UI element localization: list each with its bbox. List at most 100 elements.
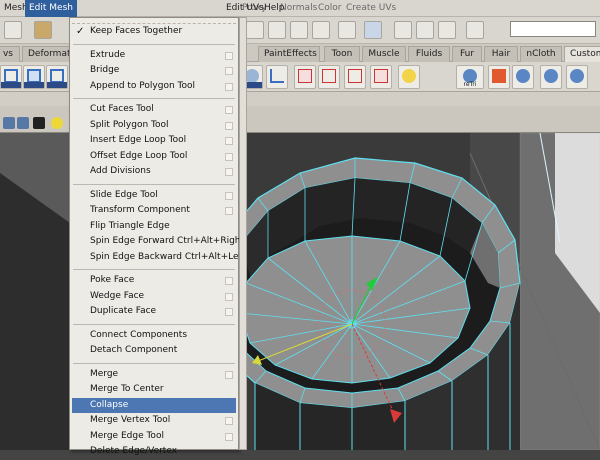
menu-item-bridge[interactable]: Bridge (70, 63, 238, 79)
menu-item-label: Bridge (90, 65, 120, 75)
option-box-icon[interactable] (225, 370, 233, 379)
wireframe-shaded-icon[interactable] (3, 117, 15, 129)
menu-item-delete-edge-vertex[interactable]: Delete Edge/Vertex (70, 444, 238, 460)
split-polygon-icon[interactable] (266, 65, 288, 89)
shelf-tab-fur[interactable]: Fur (452, 46, 482, 62)
poly-cube-icon[interactable] (23, 65, 45, 89)
menu-item-label: Delete Edge/Vertex (90, 446, 178, 456)
light-icon[interactable] (398, 65, 420, 89)
ipr-render-icon[interactable] (416, 21, 434, 39)
menu-item-transform-component[interactable]: Transform Component (70, 203, 238, 219)
shelf-tab-painteffects[interactable]: PaintEffects (258, 46, 320, 62)
menubar: Mesh Edit Mesh Proxy Normals Color Creat… (0, 0, 600, 17)
menu-item-merge-vertex-tool[interactable]: Merge Vertex Tool (70, 413, 238, 429)
option-box-icon[interactable] (225, 277, 233, 285)
option-box-icon[interactable] (225, 152, 233, 161)
option-box-icon[interactable] (225, 137, 233, 145)
lasso-tool-icon[interactable] (34, 21, 52, 39)
insert-edge-loop-icon[interactable] (294, 65, 316, 89)
retri-icon[interactable]: reTri (456, 65, 484, 89)
menu-item-extrude[interactable]: Extrude (70, 48, 238, 64)
menu-item-wedge-face[interactable]: Wedge Face (70, 289, 238, 305)
history-icon[interactable] (364, 21, 382, 39)
option-box-icon[interactable] (225, 51, 233, 60)
option-box-icon[interactable] (225, 67, 233, 75)
sphere-tool-icon[interactable] (540, 65, 562, 89)
shelf-tab-hair[interactable]: Hair (484, 46, 518, 62)
option-box-icon[interactable] (225, 292, 233, 301)
menu-separator (70, 40, 238, 48)
add-divisions-icon[interactable] (370, 65, 392, 89)
menu-separator (70, 180, 238, 188)
cut-faces-icon[interactable] (344, 65, 366, 89)
make-live-icon[interactable] (338, 21, 356, 39)
option-box-icon[interactable] (225, 308, 233, 316)
sphere-tool-2-icon[interactable] (566, 65, 588, 89)
menu-help[interactable]: Help (260, 0, 289, 17)
option-box-icon[interactable] (225, 207, 233, 215)
shelf-tab-muscle[interactable]: Muscle (362, 46, 406, 62)
option-box-icon[interactable] (225, 82, 233, 91)
menu-item-insert-edge-loop-tool[interactable]: Insert Edge Loop Tool (70, 133, 238, 149)
option-box-icon[interactable] (225, 432, 233, 441)
option-box-icon[interactable] (225, 417, 233, 425)
menu-item-collapse[interactable]: Collapse (72, 397, 236, 413)
menu-item-label: Flip Triangle Edge (90, 220, 170, 231)
lighting-icon[interactable] (51, 117, 63, 129)
menu-color[interactable]: Color (314, 0, 346, 17)
render-settings-icon[interactable] (438, 21, 456, 39)
menu-item-label: Slide Edge Tool (90, 189, 158, 200)
menu-create-uvs[interactable]: Create UVs (342, 0, 400, 17)
shelf-tab-fluids[interactable]: Fluids (408, 46, 450, 62)
menu-item-poke-face[interactable]: Poke Face (70, 273, 238, 289)
snap-plane-icon[interactable] (312, 21, 330, 39)
menu-item-cut-faces-tool[interactable]: Cut Faces Tool (70, 102, 238, 118)
menu-item-merge[interactable]: Merge (70, 367, 238, 383)
snap-point-icon[interactable] (290, 21, 308, 39)
menu-item-label: Cut Faces Tool (90, 104, 154, 114)
shelf-tab-deformation[interactable]: Deformation (22, 46, 84, 62)
menu-item-merge-to-center[interactable]: Merge To Center (70, 382, 238, 398)
menu-item-label: Duplicate Face (90, 306, 157, 316)
menu-item-spin-edge-backward[interactable]: Spin Edge Backward Ctrl+Alt+Left (70, 250, 245, 266)
edit-mesh-dropdown: ✓ Keep Faces Together Extrude Bridge Append … (69, 17, 245, 456)
option-box-icon[interactable] (225, 106, 233, 114)
transform-arrow-icon[interactable] (488, 65, 510, 89)
menu-item-spin-edge-forward[interactable]: Spin Edge Forward Ctrl+Alt+Right (70, 234, 244, 250)
smooth-shaded-icon[interactable] (17, 117, 29, 129)
menu-item-offset-edge-loop-tool[interactable]: Offset Edge Loop Tool (70, 149, 238, 165)
option-box-icon[interactable] (225, 191, 233, 200)
sphere-blue-icon[interactable] (512, 65, 534, 89)
menu-item-detach-component[interactable]: Detach Component (70, 343, 238, 359)
textured-icon[interactable] (33, 117, 45, 129)
dropdown-scrollbar[interactable] (239, 17, 247, 450)
shelf-tab-custom[interactable]: Custom (564, 46, 600, 62)
input-line-field[interactable] (510, 21, 596, 37)
input-line-icon[interactable] (466, 21, 484, 39)
menu-item-label: Merge (90, 368, 119, 379)
menu-edit-mesh[interactable]: Edit Mesh (25, 0, 77, 17)
menu-item-merge-edge-tool[interactable]: Merge Edge Tool (70, 429, 238, 445)
shelf-tab-ncloth[interactable]: nCloth (520, 46, 562, 62)
option-box-icon[interactable] (225, 121, 233, 130)
menu-item-split-polygon-tool[interactable]: Split Polygon Tool (70, 118, 238, 134)
render-frame-icon[interactable] (394, 21, 412, 39)
menu-item-duplicate-face[interactable]: Duplicate Face (70, 304, 238, 320)
menu-item-keep-faces-together[interactable]: ✓ Keep Faces Together (70, 24, 238, 40)
menu-item-add-divisions[interactable]: Add Divisions (70, 164, 238, 180)
option-box-icon[interactable] (225, 168, 233, 176)
snap-curve-icon[interactable] (268, 21, 286, 39)
snap-grid-icon[interactable] (246, 21, 264, 39)
menu-item-connect-components[interactable]: Connect Components (70, 328, 238, 344)
shelf-tab-toon[interactable]: Toon (324, 46, 360, 62)
select-tool-icon[interactable] (4, 21, 22, 39)
shelf-tab-vs[interactable]: vs (0, 46, 20, 62)
extrude-icon[interactable] (46, 65, 68, 89)
offset-edge-loop-icon[interactable] (318, 65, 340, 89)
menu-separator (70, 320, 238, 328)
menu-item-append-to-polygon-tool[interactable]: Append to Polygon Tool (70, 79, 238, 95)
poly-plane-icon[interactable] (0, 65, 22, 89)
menu-item-slide-edge-tool[interactable]: Slide Edge Tool (70, 188, 238, 204)
menu-item-label: Collapse (90, 399, 129, 410)
menu-item-flip-triangle-edge[interactable]: Flip Triangle Edge (70, 219, 238, 235)
